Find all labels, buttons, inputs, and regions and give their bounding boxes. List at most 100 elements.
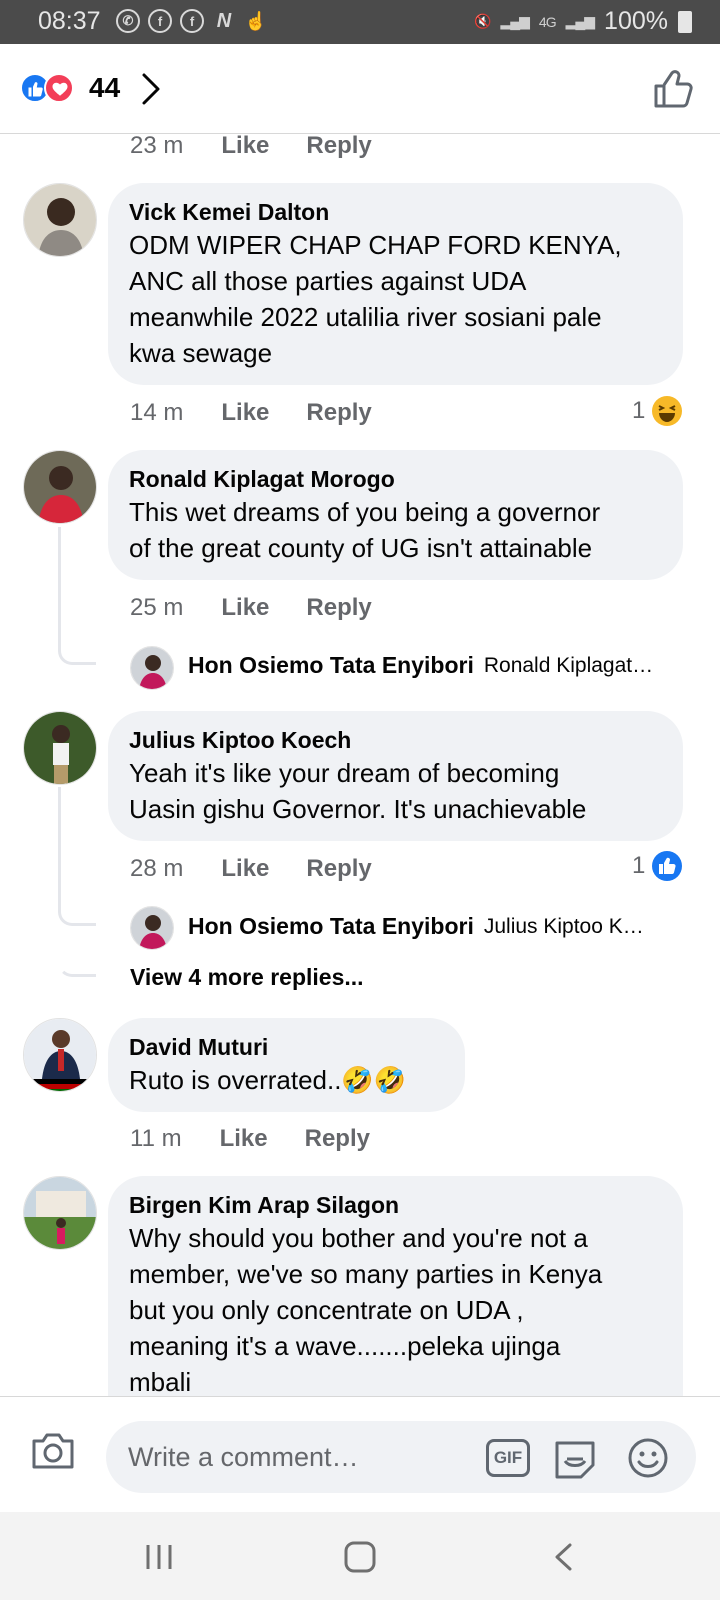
reply-button[interactable]: Reply <box>305 1125 370 1153</box>
comment-author[interactable]: Birgen Kim Arap Silagon <box>129 1190 661 1220</box>
comment-text: kwa sewage <box>129 338 273 368</box>
comment-text: Why should you bother and you're not a <box>129 1223 588 1253</box>
comment-reactions[interactable]: 1 <box>632 850 683 882</box>
reply-author[interactable]: Hon Osiemo Tata Enyibori <box>188 652 474 679</box>
gif-button[interactable]: GIF <box>486 1439 530 1477</box>
comment-text: Yeah it's like your dream of becoming <box>129 758 560 788</box>
haha-emoji-icon <box>652 396 683 426</box>
avatar[interactable] <box>23 183 97 257</box>
like-button[interactable]: Like <box>221 594 269 622</box>
comment-meta: 23 m Like Reply <box>130 135 372 160</box>
comment-reactions[interactable]: 1 <box>632 395 683 427</box>
chevron-right-icon[interactable] <box>140 72 162 106</box>
sticker-icon[interactable] <box>553 1437 597 1479</box>
comment-text: ODM WIPER CHAP CHAP FORD KENYA, <box>129 230 622 260</box>
avatar[interactable] <box>23 450 97 524</box>
hand-icon: ☝ <box>244 10 268 31</box>
system-indicators: 🔇 ▂▄▆ 4G ▂▄▆ 100% <box>474 7 692 36</box>
reply-button[interactable]: Reply <box>306 399 371 427</box>
reactions-header: 44 <box>0 44 720 134</box>
like-button[interactable]: Like <box>221 399 269 427</box>
reply-preview[interactable]: Hon Osiemo Tata Enyibori Ronald Kiplagat… <box>188 652 653 679</box>
reply-author[interactable]: Hon Osiemo Tata Enyibori <box>188 913 474 940</box>
comments-sheet: 44 23 m Like Reply Vick Kemei Dalton ODM… <box>0 44 720 1512</box>
view-more-replies-link[interactable]: View 4 more replies... <box>130 964 364 991</box>
status-bar: 08:37 ✆ f f N ☝ 🔇 ▂▄▆ 4G ▂▄▆ 100% <box>0 0 720 44</box>
comment-bubble[interactable]: David Muturi Ruto is overrated..🤣🤣 <box>108 1018 465 1112</box>
comment-text: member, we've so many parties in Kenya <box>129 1259 603 1289</box>
comment-text: of the great county of UG isn't attainab… <box>129 533 593 563</box>
comment-meta: 14 m Like Reply <box>130 399 372 427</box>
home-icon[interactable] <box>343 1540 377 1574</box>
reaction-count[interactable]: 44 <box>89 72 120 104</box>
reply-thread-line <box>58 787 96 926</box>
comment-meta: 28 m Like Reply <box>130 855 372 883</box>
comment-text: but you only concentrate on UDA , <box>129 1295 524 1325</box>
comment-timestamp: 25 m <box>130 594 184 621</box>
comment-field: GIF <box>106 1421 696 1493</box>
comment-timestamp: 11 m <box>130 1125 182 1152</box>
comment-bubble[interactable]: Julius Kiptoo Koech Yeah it's like your … <box>108 711 683 841</box>
emoji-icon[interactable] <box>627 1437 669 1479</box>
comment-bubble[interactable]: Vick Kemei Dalton ODM WIPER CHAP CHAP FO… <box>108 183 683 385</box>
comment-author[interactable]: David Muturi <box>129 1032 443 1062</box>
system-nav-bar <box>0 1512 720 1600</box>
reply-button[interactable]: Reply <box>306 855 371 883</box>
reply-button[interactable]: Reply <box>306 594 371 622</box>
like-reaction-icon <box>652 851 683 881</box>
comment-text: meanwhile 2022 utalilia river sosiani pa… <box>129 302 602 332</box>
signal-icon: ▂▄▆ <box>565 13 595 29</box>
comment-text: This wet dreams of you being a governor <box>129 497 601 527</box>
like-outline-icon[interactable] <box>652 68 694 110</box>
camera-icon[interactable] <box>30 1429 76 1471</box>
reply-thread-line <box>58 915 96 977</box>
avatar[interactable] <box>23 1176 97 1250</box>
reply-snippet: Ronald Kiplagat… <box>483 653 654 677</box>
love-reaction-icon <box>44 73 74 103</box>
comment-meta: 11 m Like Reply <box>130 1125 370 1153</box>
comment-timestamp: 14 m <box>130 399 184 426</box>
comment-author[interactable]: Vick Kemei Dalton <box>129 197 661 227</box>
reaction-count: 1 <box>632 852 646 879</box>
avatar[interactable] <box>130 906 174 950</box>
reply-snippet: Julius Kiptoo K… <box>483 914 644 938</box>
status-time: 08:37 <box>38 7 101 35</box>
like-button[interactable]: Like <box>220 1125 268 1153</box>
comment-timestamp: 28 m <box>130 855 184 882</box>
reply-preview[interactable]: Hon Osiemo Tata Enyibori Julius Kiptoo K… <box>188 913 644 940</box>
avatar[interactable] <box>23 1018 97 1092</box>
comment-bubble[interactable]: Ronald Kiplagat Morogo This wet dreams o… <box>108 450 683 580</box>
comment-text: ANC all those parties against UDA <box>129 266 527 296</box>
comment-text: Uasin gishu Governor. It's unachievable <box>129 794 587 824</box>
reply-thread-line <box>58 527 96 665</box>
facebook-icon: f <box>180 9 204 33</box>
reply-button[interactable]: Reply <box>306 135 371 160</box>
comment-author[interactable]: Ronald Kiplagat Morogo <box>129 464 661 494</box>
notification-icons: ✆ f f N ☝ <box>116 9 268 33</box>
comment-input[interactable] <box>128 1421 448 1493</box>
battery-icon <box>678 10 692 33</box>
comment-timestamp: 23 m <box>130 135 184 159</box>
comment-text: mbali <box>129 1367 192 1397</box>
mute-vibrate-icon: 🔇 <box>474 13 491 29</box>
comments-list: 23 m Like Reply Vick Kemei Dalton ODM WI… <box>0 135 720 1440</box>
like-button[interactable]: Like <box>221 135 269 160</box>
comment-composer: GIF <box>0 1396 720 1512</box>
comment-text: meaning it's a wave.......peleka ujinga <box>129 1331 561 1361</box>
avatar[interactable] <box>130 646 174 690</box>
back-icon[interactable] <box>552 1542 576 1572</box>
comment-meta: 25 m Like Reply <box>130 594 372 622</box>
signal-icon: ▂▄▆ <box>500 13 529 29</box>
whatsapp-icon: ✆ <box>116 9 140 33</box>
comment-text: Ruto is overrated..🤣🤣 <box>129 1065 407 1095</box>
network-type-icon: 4G <box>538 13 557 30</box>
battery-percent: 100% <box>604 7 668 35</box>
comment-author[interactable]: Julius Kiptoo Koech <box>129 725 661 755</box>
nation-app-icon: N <box>216 9 232 32</box>
reaction-count: 1 <box>632 397 646 424</box>
like-button[interactable]: Like <box>221 855 269 883</box>
reactions-summary[interactable] <box>20 73 80 105</box>
facebook-icon: f <box>148 9 172 33</box>
recent-apps-icon[interactable] <box>144 1542 174 1572</box>
avatar[interactable] <box>23 711 97 785</box>
